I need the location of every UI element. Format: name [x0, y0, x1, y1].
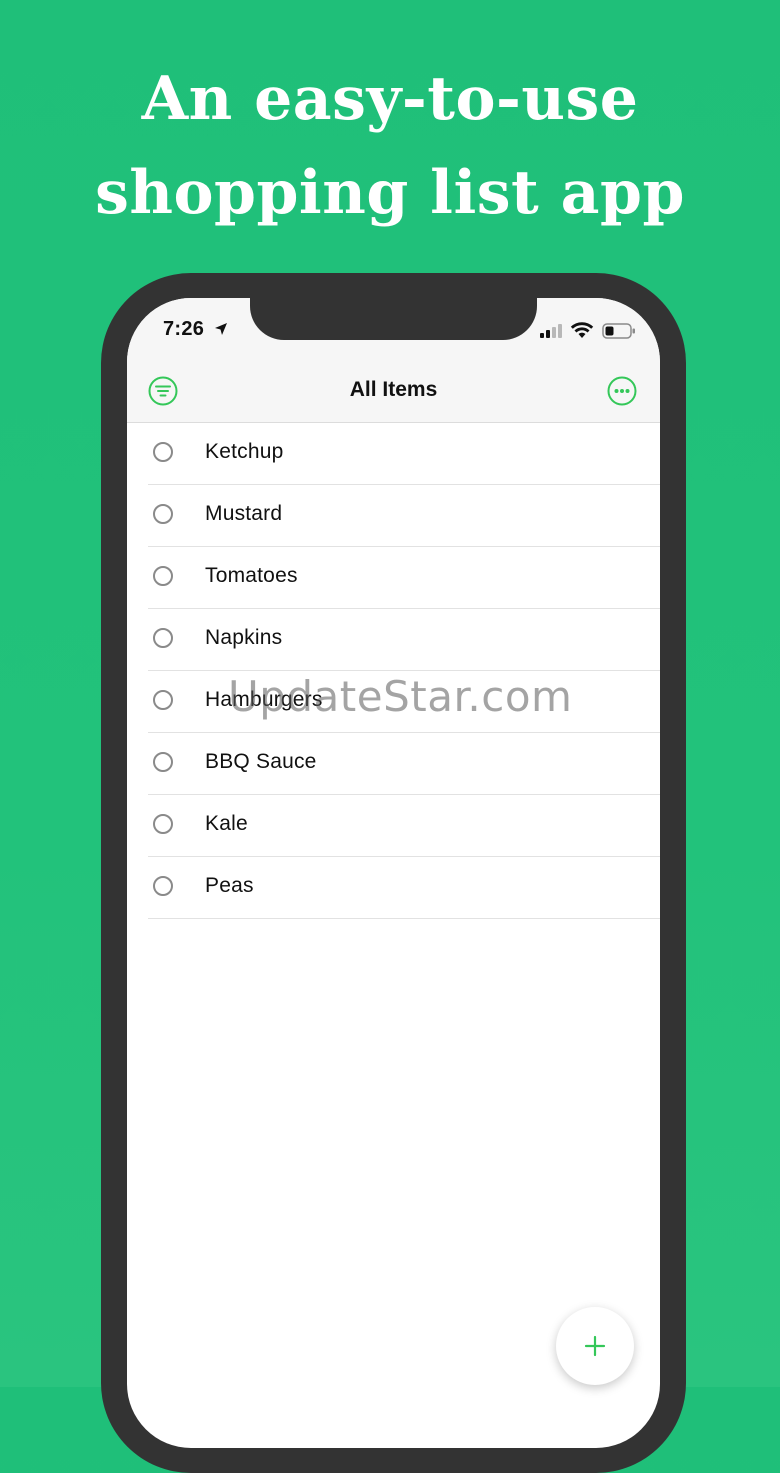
- item-checkbox[interactable]: [153, 504, 173, 524]
- promo-headline: An easy-to-use shopping list app: [0, 52, 780, 240]
- list-item[interactable]: Tomatoes: [127, 547, 660, 609]
- item-label: Peas: [205, 874, 254, 897]
- phone-screen: 7:26 All Items Ketchup Mustard Tomatoes …: [127, 298, 660, 1448]
- location-arrow-icon: [215, 323, 227, 335]
- item-checkbox[interactable]: [153, 876, 173, 896]
- item-checkbox[interactable]: [153, 442, 173, 462]
- item-label: Napkins: [205, 626, 283, 649]
- item-label: Ketchup: [205, 440, 284, 463]
- item-checkbox[interactable]: [153, 628, 173, 648]
- status-time: 7:26: [163, 318, 205, 340]
- item-label: Kale: [205, 812, 248, 835]
- item-label: Tomatoes: [205, 564, 298, 587]
- list-item[interactable]: Peas: [127, 857, 660, 919]
- promo-headline-line-1: An easy-to-use: [141, 64, 639, 134]
- more-options-icon[interactable]: [607, 376, 637, 406]
- plus-icon: [584, 1335, 606, 1357]
- nav-bar: All Items: [127, 360, 660, 423]
- watermark: UpdateStar.com: [228, 672, 573, 721]
- list-item[interactable]: BBQ Sauce: [127, 733, 660, 795]
- item-checkbox[interactable]: [153, 690, 173, 710]
- cellular-signal-icon: [540, 324, 562, 338]
- row-divider: [148, 918, 660, 919]
- list-item[interactable]: Napkins: [127, 609, 660, 671]
- battery-icon: [602, 323, 635, 339]
- item-label: Mustard: [205, 502, 283, 525]
- page-title: All Items: [349, 378, 438, 401]
- list-item[interactable]: Mustard: [127, 485, 660, 547]
- list-item[interactable]: Ketchup: [127, 423, 660, 485]
- promo-headline-line-2: shopping list app: [95, 158, 685, 228]
- add-item-button[interactable]: [556, 1307, 634, 1385]
- item-checkbox[interactable]: [153, 566, 173, 586]
- wifi-icon: [570, 322, 594, 338]
- list-item[interactable]: Kale: [127, 795, 660, 857]
- item-checkbox[interactable]: [153, 752, 173, 772]
- shopping-list: Ketchup Mustard Tomatoes Napkins Hamburg…: [127, 423, 660, 919]
- item-label: BBQ Sauce: [205, 750, 317, 773]
- item-checkbox[interactable]: [153, 814, 173, 834]
- phone-notch: [250, 298, 537, 340]
